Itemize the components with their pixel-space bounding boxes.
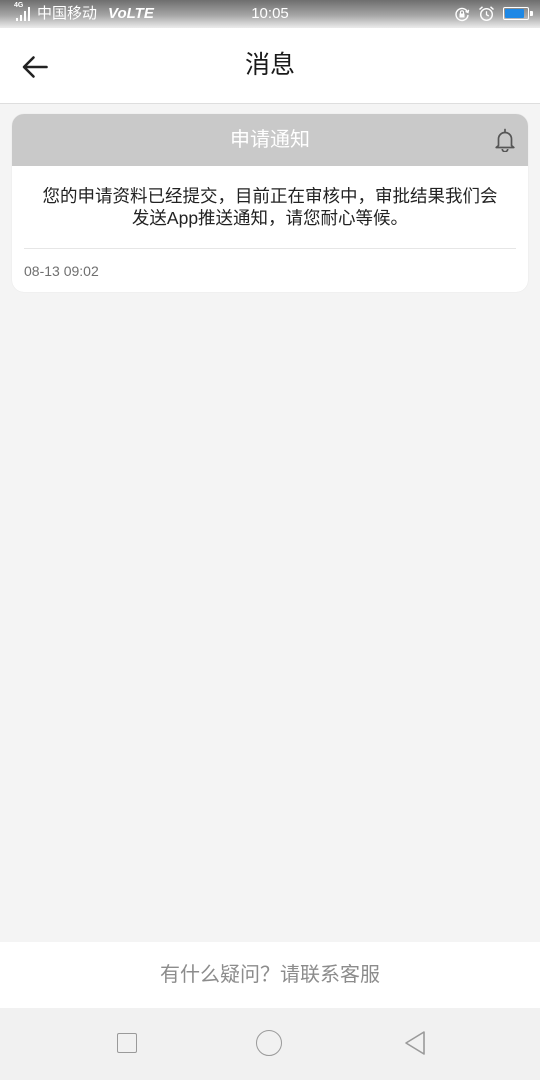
alarm-clock-icon [478,5,495,22]
home-button[interactable] [239,1014,299,1074]
arrow-left-icon [22,56,48,78]
triangle-back-icon [405,1031,425,1055]
bell-icon [494,128,516,153]
contact-support-link[interactable]: 有什么疑问？请联系客服 [160,942,380,1008]
notification-message: 您的申请资料已经提交，目前正在审核中，审批结果我们会发送App推送通知，请您耐心… [42,186,498,228]
notification-card[interactable]: 申请通知 您的申请资料已经提交，目前正在审核中，审批结果我们会发送App推送通知… [12,114,528,292]
page-title: 消息 [244,51,295,79]
carrier-name: 中国移动 [37,5,98,22]
system-back-button[interactable] [385,1014,445,1074]
app-header: 消息 [0,28,540,104]
signal-strength-icon [15,7,33,21]
battery-icon [503,7,533,20]
divider [24,248,516,249]
circle-home-icon [256,1030,282,1056]
recent-apps-button[interactable] [97,1014,157,1074]
status-bar: 4G 中国移动 VoLTE 10:05 [0,0,540,28]
square-recents-icon [117,1033,137,1053]
message-list: 申请通知 您的申请资料已经提交，目前正在审核中，审批结果我们会发送App推送通知… [0,104,540,942]
volte-label: VoLTE [108,5,154,22]
rotation-lock-icon [454,6,470,22]
card-header: 申请通知 [12,114,528,166]
help-footer: 有什么疑问？请联系客服 [0,942,540,1008]
back-button[interactable] [14,46,56,88]
status-time: 10:05 [251,5,289,22]
system-nav-bar [0,1008,540,1080]
battery-level-fill [505,9,524,18]
phone-screen: 4G 中国移动 VoLTE 10:05 消息 申请通知 您的申请资料已经提交，目… [0,0,540,1080]
card-title: 申请通知 [230,129,310,151]
notification-timestamp: 08-13 09:02 [24,263,99,279]
